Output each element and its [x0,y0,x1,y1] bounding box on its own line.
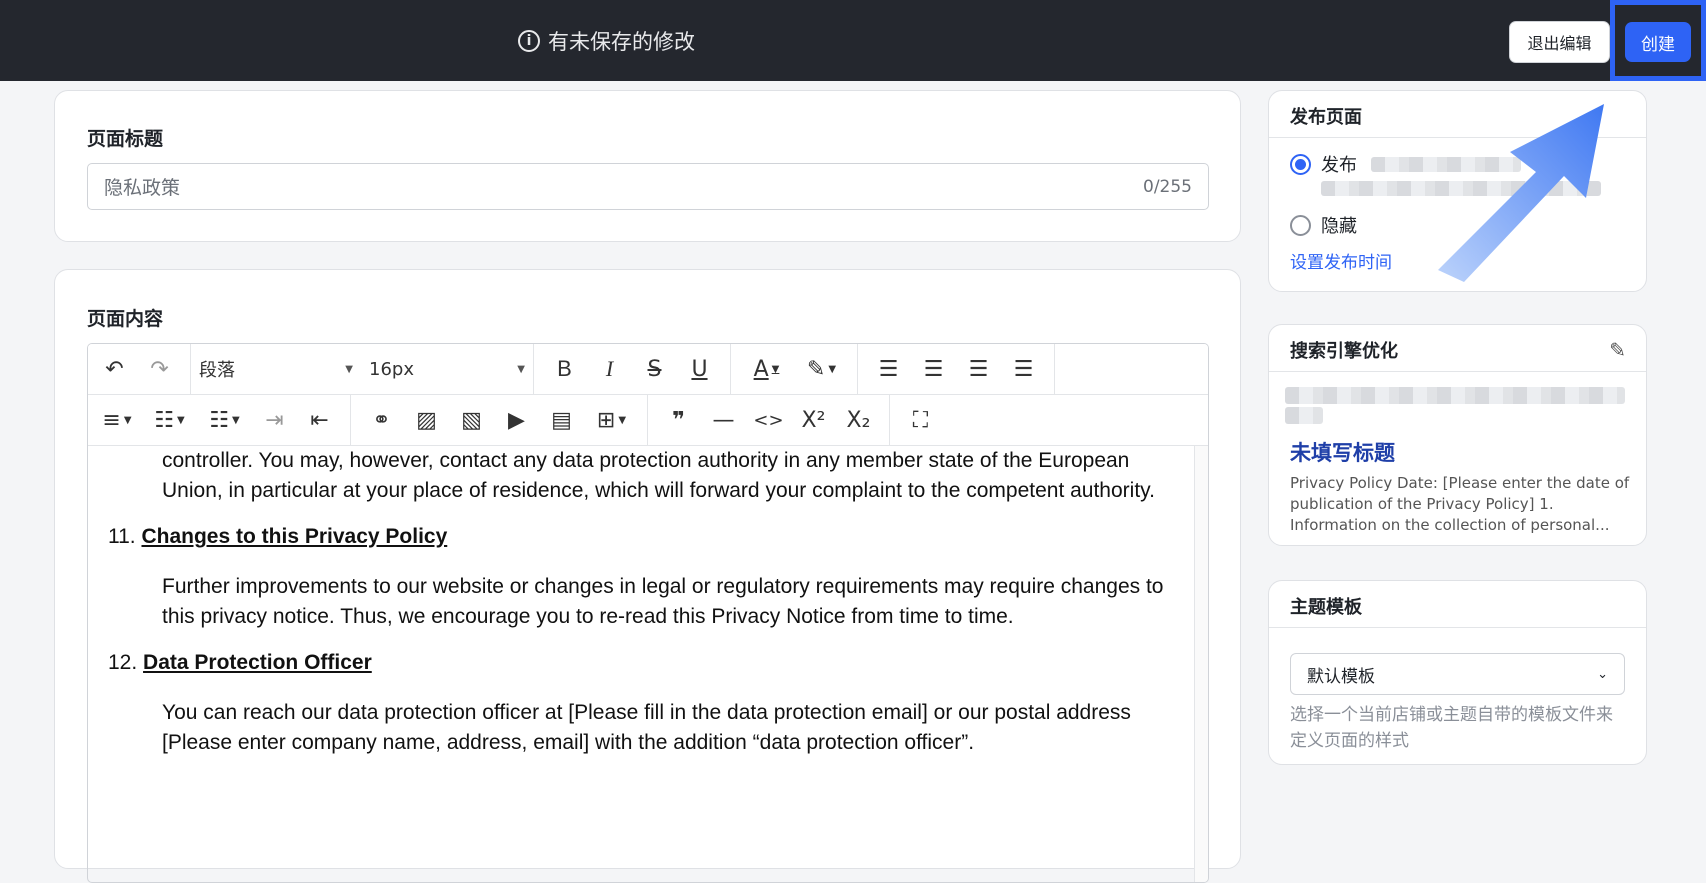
video-icon[interactable]: ▶ [494,402,539,438]
font-size-select[interactable]: 16px ▼ [361,351,533,387]
radio-selected-icon[interactable] [1290,154,1311,175]
publish-card-title: 发布页面 [1290,107,1362,128]
section-title: Changes to this Privacy Policy [141,525,448,548]
outdent-icon[interactable]: ⇤ [297,402,342,438]
page-title-placeholder: 隐私政策 [104,177,181,199]
page-title-label: 页面标题 [87,128,164,150]
doc-section-heading: 12. Data Protection Officer [108,648,1194,678]
align-right-icon[interactable]: ☰ [956,351,1001,387]
doc-paragraph: You can reach our data protection office… [162,701,1131,754]
image-icon[interactable]: ▨ [404,402,449,438]
editor-document[interactable]: controller. You may, however, contact an… [88,446,1194,882]
undo-icon[interactable]: ↶ [92,351,137,387]
underline-icon[interactable]: U [677,351,722,387]
top-bar: i 有未保存的修改 退出编辑 创建 [0,0,1706,81]
section-number: 11. [108,525,136,548]
seo-page-title: 未填写标题 [1290,441,1395,465]
horizontal-rule-icon[interactable]: — [701,402,746,438]
publish-option-label: 发布 [1321,155,1357,176]
redacted-url [1285,407,1323,424]
create-button[interactable]: 创建 [1625,22,1691,62]
redo-icon[interactable]: ↷ [137,351,182,387]
edit-icon[interactable]: ✎ [1609,338,1626,362]
document-icon[interactable]: ▤ [539,402,584,438]
pointer-arrow-icon [1438,104,1604,282]
chevron-down-icon: ⌄ [1597,666,1608,682]
template-card-header: 主题模板 [1269,581,1646,628]
section-title: Data Protection Officer [143,651,372,674]
seo-card-title: 搜索引擎优化 [1290,341,1398,362]
exit-edit-button[interactable]: 退出编辑 [1509,21,1610,63]
template-card-title: 主题模板 [1290,597,1362,618]
bullet-list-icon[interactable]: ☷ ▼ [142,402,197,438]
page-content-card: 页面内容 ↶ ↷ 段落 ▼ 16px ▼ B I S U A ▼ ✎ ▼ ☰ ☰… [54,269,1241,883]
font-color-icon[interactable]: A ▼ [739,351,794,387]
theme-template-card: 主题模板 默认模板 ⌄ 选择一个当前店铺或主题自带的模板文件来定义页面的样式 [1268,580,1647,765]
paragraph-format-value: 段落 [199,360,235,381]
unsaved-changes-text: 有未保存的修改 [548,30,695,54]
unsaved-changes-notice: i 有未保存的修改 [518,26,695,56]
template-help-text: 选择一个当前店铺或主题自带的模板文件来定义页面的样式 [1290,705,1613,751]
align-center-icon[interactable]: ☰ [911,351,956,387]
code-icon[interactable]: <> [746,402,791,438]
doc-paragraph: Further improvements to our website or c… [162,575,1164,628]
font-size-value: 16px [369,358,414,380]
hide-option-label: 隐藏 [1321,216,1357,237]
line-height-icon[interactable]: ≡ ▼ [92,402,142,438]
superscript-icon[interactable]: X² [791,402,836,438]
indent-icon[interactable]: ⇥ [252,402,297,438]
paragraph-format-select[interactable]: 段落 ▼ [191,351,361,387]
numbered-list-icon[interactable]: ☷ ▼ [197,402,252,438]
page-title-input[interactable]: 隐私政策 0/255 [87,163,1209,210]
char-counter: 0/255 [1143,176,1192,197]
rich-text-editor: ↶ ↷ 段落 ▼ 16px ▼ B I S U A ▼ ✎ ▼ ☰ ☰ ☰ ☰ … [87,343,1209,883]
radio-unselected-icon[interactable] [1290,215,1311,236]
strikethrough-icon[interactable]: S [632,351,677,387]
align-justify-icon[interactable]: ☰ [1001,351,1046,387]
link-icon[interactable]: ⚭ [359,402,404,438]
italic-icon[interactable]: I [587,351,632,387]
hide-option[interactable]: 隐藏 [1290,212,1357,238]
seo-card-header: 搜索引擎优化 ✎ [1269,325,1646,372]
fullscreen-icon[interactable]: ⛶ [898,402,943,438]
gallery-icon[interactable]: ▧ [449,402,494,438]
align-left-icon[interactable]: ☰ [866,351,911,387]
seo-card: 搜索引擎优化 ✎ 未填写标题 Privacy Policy Date: [Ple… [1268,324,1647,546]
template-select[interactable]: 默认模板 ⌄ [1290,653,1625,695]
section-number: 12. [108,651,138,674]
doc-paragraph: controller. You may, however, contact an… [162,449,1155,502]
editor-toolbar-row-2: ≡ ▼ ☷ ▼ ☷ ▼ ⇥ ⇤ ⚭ ▨ ▧ ▶ ▤ ⊞ ▼ ❞ — <> X² X₂ [88,395,1208,446]
seo-description: Privacy Policy Date: [Please enter the d… [1290,474,1630,534]
redacted-url [1285,387,1625,404]
table-icon[interactable]: ⊞ ▼ [584,402,639,438]
subscript-icon[interactable]: X₂ [836,402,881,438]
bold-icon[interactable]: B [542,351,587,387]
caret-down-icon: ▼ [345,363,353,375]
page-title-card: 页面标题 隐私政策 0/255 [54,90,1241,242]
editor-toolbar-row-1: ↶ ↷ 段落 ▼ 16px ▼ B I S U A ▼ ✎ ▼ ☰ ☰ ☰ ☰ [88,344,1208,395]
editor-scrollbar[interactable] [1194,446,1208,882]
highlight-color-icon[interactable]: ✎ ▼ [794,351,849,387]
blockquote-icon[interactable]: ❞ [656,402,701,438]
schedule-publish-link[interactable]: 设置发布时间 [1290,248,1392,273]
caret-down-icon: ▼ [517,363,525,375]
page-content-label: 页面内容 [87,308,164,330]
info-icon: i [518,30,540,52]
template-select-value: 默认模板 [1307,666,1375,687]
doc-section-heading: 11. Changes to this Privacy Policy [108,522,1194,552]
